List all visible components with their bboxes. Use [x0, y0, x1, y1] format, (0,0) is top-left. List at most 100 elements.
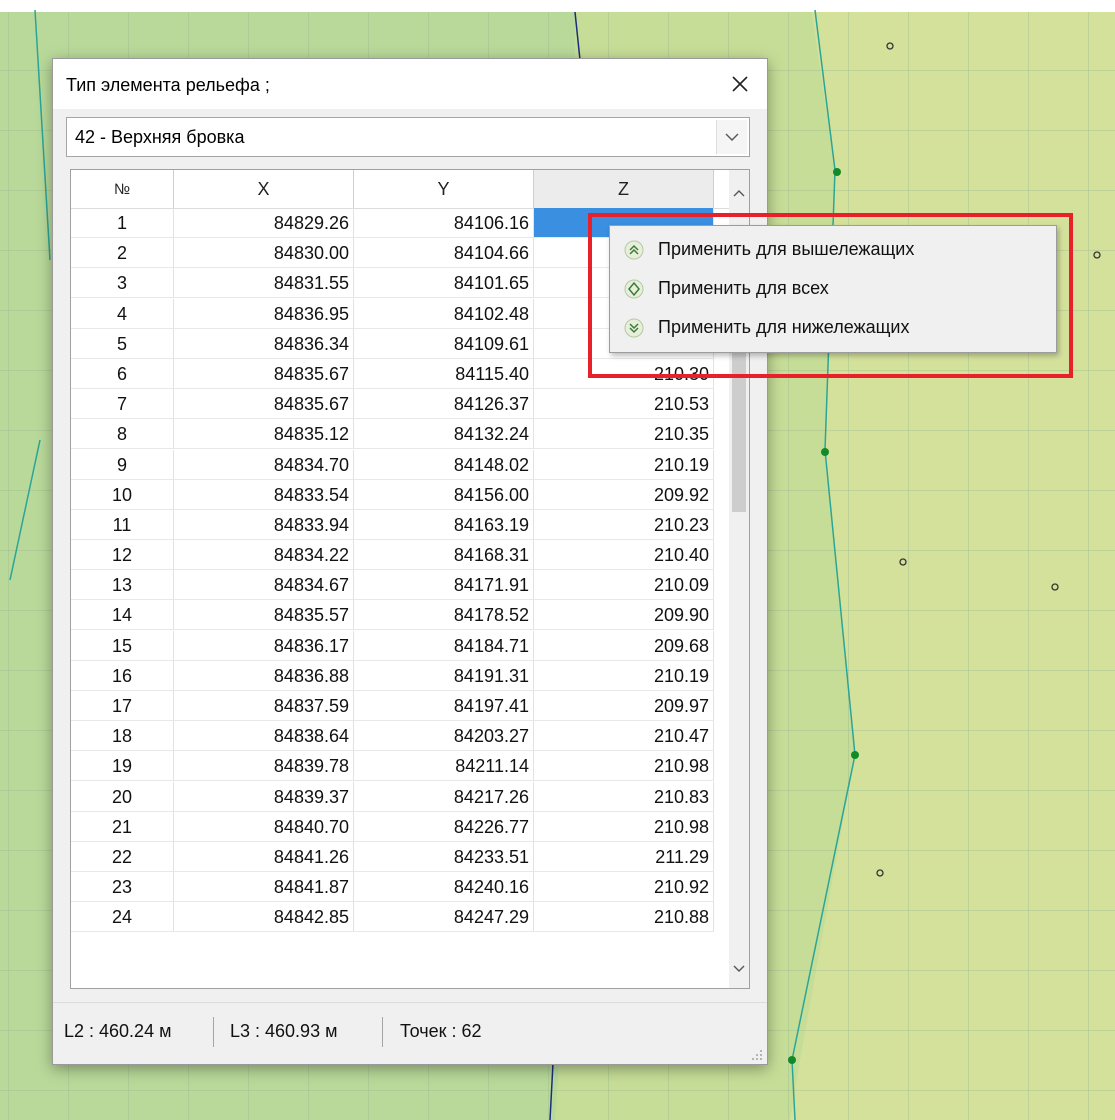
scroll-down-button[interactable] — [729, 954, 749, 984]
cell-z[interactable]: 210.88 — [534, 902, 714, 933]
cell-z[interactable]: 210.09 — [534, 570, 714, 601]
cell-z[interactable]: 210.53 — [534, 389, 714, 420]
table-row[interactable]: 18 84838.64 84203.27 210.47 — [71, 721, 731, 752]
cell-x[interactable]: 84834.67 — [174, 570, 354, 601]
table-row[interactable]: 11 84833.94 84163.19 210.23 — [71, 509, 731, 540]
cell-y[interactable]: 84178.52 — [354, 600, 534, 631]
cell-z[interactable]: 210.92 — [534, 872, 714, 903]
cell-y[interactable]: 84132.24 — [354, 419, 534, 450]
cell-x[interactable]: 84836.17 — [174, 630, 354, 661]
cell-z[interactable]: 209.97 — [534, 691, 714, 721]
cell-x[interactable]: 84838.64 — [174, 721, 354, 752]
cell-no[interactable]: 24 — [71, 902, 174, 933]
table-row[interactable]: 13 84834.67 84171.91 210.09 — [71, 570, 731, 601]
cell-y[interactable]: 84171.91 — [354, 570, 534, 601]
cell-no[interactable]: 12 — [71, 540, 174, 571]
cell-no[interactable]: 22 — [71, 841, 174, 872]
cell-x[interactable]: 84835.57 — [174, 600, 354, 631]
cell-x[interactable]: 84830.00 — [174, 238, 354, 269]
cell-x[interactable]: 84829.26 — [174, 208, 354, 238]
cell-x[interactable]: 84836.95 — [174, 298, 354, 329]
table-row[interactable]: 8 84835.12 84132.24 210.35 — [71, 419, 731, 450]
cell-no[interactable]: 16 — [71, 660, 174, 691]
table-row[interactable]: 9 84834.70 84148.02 210.19 — [71, 449, 731, 480]
resize-grip-icon[interactable] — [751, 1049, 763, 1061]
cell-y[interactable]: 84126.37 — [354, 389, 534, 420]
cell-y[interactable]: 84163.19 — [354, 509, 534, 540]
cell-x[interactable]: 84834.70 — [174, 449, 354, 480]
table-row[interactable]: 19 84839.78 84211.14 210.98 — [71, 751, 731, 782]
cell-no[interactable]: 20 — [71, 781, 174, 812]
table-row[interactable]: 24 84842.85 84247.29 210.88 — [71, 902, 731, 933]
cell-y[interactable]: 84148.02 — [354, 449, 534, 480]
cell-z[interactable]: 210.19 — [534, 660, 714, 691]
table-row[interactable]: 23 84841.87 84240.16 210.92 — [71, 872, 731, 903]
close-button[interactable] — [723, 67, 757, 101]
scroll-up-button[interactable] — [729, 178, 749, 208]
cell-no[interactable]: 15 — [71, 630, 174, 661]
cell-y[interactable]: 84197.41 — [354, 691, 534, 721]
cell-y[interactable]: 84184.71 — [354, 630, 534, 661]
relief-type-dropdown[interactable]: 42 - Верхняя бровка — [66, 117, 750, 157]
cell-x[interactable]: 84842.85 — [174, 902, 354, 933]
cell-z[interactable]: 210.98 — [534, 751, 714, 782]
cell-no[interactable]: 5 — [71, 328, 174, 359]
cell-z[interactable]: 210.40 — [534, 540, 714, 571]
cell-no[interactable]: 11 — [71, 509, 174, 540]
cell-x[interactable]: 84834.22 — [174, 540, 354, 571]
cell-x[interactable]: 84836.34 — [174, 328, 354, 359]
table-row[interactable]: 20 84839.37 84217.26 210.83 — [71, 781, 731, 812]
table-row[interactable]: 12 84834.22 84168.31 210.40 — [71, 540, 731, 571]
cell-z[interactable]: 210.47 — [534, 721, 714, 752]
table-row[interactable]: 10 84833.54 84156.00 209.92 — [71, 479, 731, 510]
table-row[interactable]: 14 84835.57 84178.52 209.90 — [71, 600, 731, 631]
cell-x[interactable]: 84835.67 — [174, 389, 354, 420]
cell-y[interactable]: 84240.16 — [354, 872, 534, 903]
cell-no[interactable]: 18 — [71, 721, 174, 752]
column-header-x[interactable]: X — [174, 170, 354, 208]
cell-z[interactable]: 210.35 — [534, 419, 714, 450]
table-row[interactable]: 22 84841.26 84233.51 211.29 — [71, 841, 731, 872]
cell-z[interactable]: 210.19 — [534, 449, 714, 480]
cell-y[interactable]: 84217.26 — [354, 781, 534, 812]
table-row[interactable]: 7 84835.67 84126.37 210.53 — [71, 389, 731, 420]
cell-no[interactable]: 1 — [71, 208, 174, 238]
table-row[interactable]: 16 84836.88 84191.31 210.19 — [71, 660, 731, 691]
cell-no[interactable]: 23 — [71, 872, 174, 903]
cell-z[interactable]: 211.29 — [534, 841, 714, 872]
cell-no[interactable]: 8 — [71, 419, 174, 450]
cell-no[interactable]: 7 — [71, 389, 174, 420]
cell-y[interactable]: 84226.77 — [354, 811, 534, 842]
cell-no[interactable]: 6 — [71, 358, 174, 389]
cell-z[interactable]: 210.23 — [534, 509, 714, 540]
cell-no[interactable]: 10 — [71, 479, 174, 510]
cell-y[interactable]: 84104.66 — [354, 238, 534, 269]
cell-x[interactable]: 84839.78 — [174, 751, 354, 782]
cell-y[interactable]: 84101.65 — [354, 268, 534, 299]
cell-z[interactable]: 209.90 — [534, 600, 714, 631]
cell-z[interactable]: 209.68 — [534, 630, 714, 661]
dialog-titlebar[interactable]: Тип элемента рельефа ; — [53, 59, 767, 109]
column-header-z[interactable]: Z — [534, 170, 714, 208]
cell-x[interactable]: 84841.26 — [174, 841, 354, 872]
cell-y[interactable]: 84191.31 — [354, 660, 534, 691]
column-header-y[interactable]: Y — [354, 170, 534, 208]
cell-x[interactable]: 84837.59 — [174, 691, 354, 721]
column-header-no[interactable]: № — [71, 170, 174, 208]
cell-no[interactable]: 21 — [71, 811, 174, 842]
cell-no[interactable]: 13 — [71, 570, 174, 601]
cell-x[interactable]: 84836.88 — [174, 660, 354, 691]
cell-y[interactable]: 84106.16 — [354, 208, 534, 238]
cell-x[interactable]: 84841.87 — [174, 872, 354, 903]
cell-no[interactable]: 19 — [71, 751, 174, 782]
dropdown-arrow-button[interactable] — [716, 120, 747, 154]
cell-z[interactable]: 210.83 — [534, 781, 714, 812]
cell-x[interactable]: 84835.12 — [174, 419, 354, 450]
table-row[interactable]: 15 84836.17 84184.71 209.68 — [71, 630, 731, 661]
cell-z[interactable]: 209.92 — [534, 479, 714, 510]
cell-y[interactable]: 84203.27 — [354, 721, 534, 752]
cell-x[interactable]: 84831.55 — [174, 268, 354, 299]
cell-y[interactable]: 84168.31 — [354, 540, 534, 571]
cell-x[interactable]: 84833.54 — [174, 479, 354, 510]
cell-x[interactable]: 84840.70 — [174, 811, 354, 842]
